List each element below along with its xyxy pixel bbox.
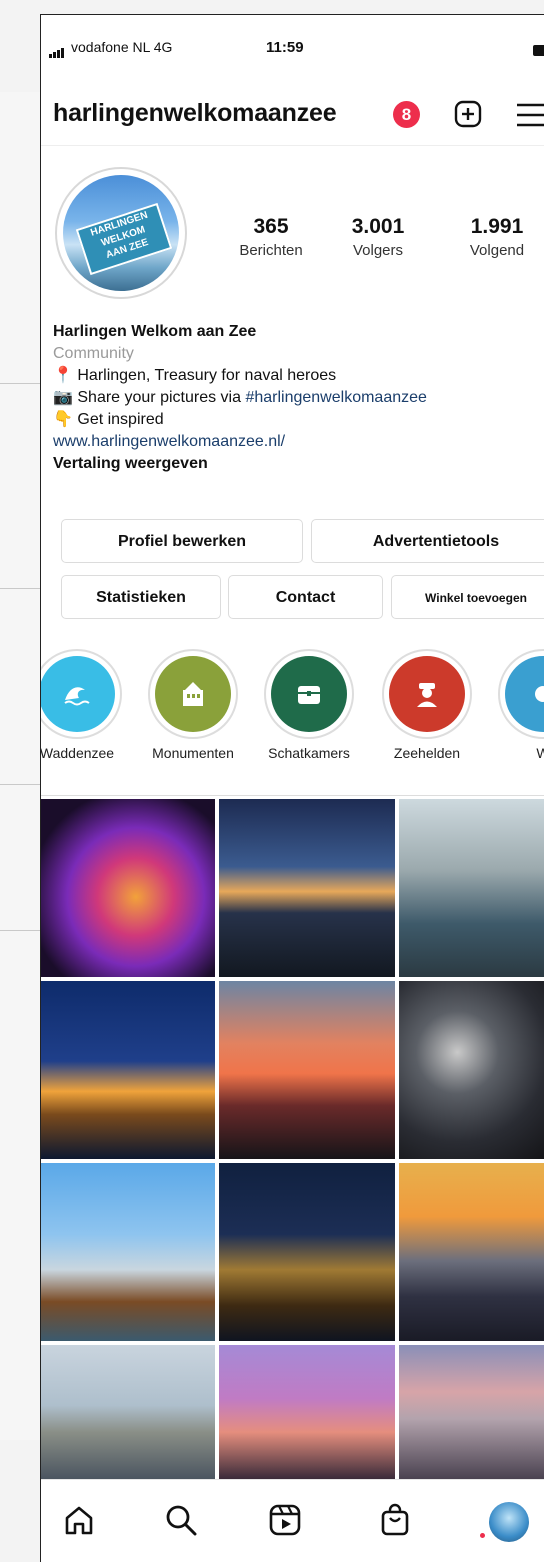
- post-thumbnail[interactable]: [399, 981, 544, 1159]
- contact-button[interactable]: Contact: [228, 575, 383, 619]
- highlight-waddenzee[interactable]: Waddenzee: [40, 649, 127, 761]
- highlight-icon: [535, 686, 544, 702]
- page-background: [0, 92, 40, 1440]
- signal-icon: [49, 48, 67, 58]
- highlight-label: Waddenzee: [40, 745, 115, 761]
- stat-label: Volgend: [469, 242, 525, 259]
- search-icon[interactable]: [163, 1502, 199, 1538]
- hashtag-link[interactable]: #harlingenwelkomaanzee: [245, 389, 426, 406]
- divider: [0, 930, 40, 931]
- header-divider: [41, 145, 544, 146]
- divider: [0, 588, 40, 589]
- phone-screen: vodafone NL 4G 11:59 harlingenwelkomaanz…: [40, 14, 544, 1562]
- avatar-image: HARLINGEN WELKOM AAN ZEE: [63, 175, 179, 291]
- highlight-zeehelden[interactable]: Zeehelden: [377, 649, 477, 761]
- profile-category: Community: [53, 345, 134, 362]
- highlight-label: W: [493, 745, 544, 761]
- profile-header: harlingenwelkomaanzee 8: [41, 77, 544, 147]
- stat-posts[interactable]: 365 Berichten: [226, 215, 316, 259]
- avatar-sign: HARLINGEN WELKOM AAN ZEE: [75, 202, 173, 276]
- wave-icon: [64, 687, 90, 706]
- add-shop-button[interactable]: Winkel toevoegen: [391, 575, 544, 619]
- clock: 11:59: [266, 39, 304, 56]
- profile-name: Harlingen Welkom aan Zee: [53, 323, 257, 340]
- post-thumbnail[interactable]: [399, 1163, 544, 1341]
- translate-link[interactable]: Vertaling weergeven: [53, 453, 544, 475]
- stat-value: 3.001: [351, 215, 405, 238]
- highlight-schatkamers[interactable]: Schatkamers: [259, 649, 359, 761]
- treasure-chest-icon: [298, 686, 320, 704]
- divider: [0, 383, 40, 384]
- highlight-partial[interactable]: W: [493, 649, 544, 761]
- post-thumbnail[interactable]: [41, 799, 215, 977]
- highlight-label: Zeehelden: [393, 745, 461, 761]
- statistics-button[interactable]: Statistieken: [61, 575, 221, 619]
- stat-label: Berichten: [239, 242, 303, 259]
- post-thumbnail[interactable]: [219, 799, 395, 977]
- post-thumbnail[interactable]: [219, 1345, 395, 1479]
- website-link[interactable]: www.harlingenwelkomaanzee.nl/: [53, 431, 544, 453]
- profile-avatar[interactable]: HARLINGEN WELKOM AAN ZEE: [55, 167, 187, 299]
- bio-line: 👇 Get inspired: [53, 411, 164, 428]
- reels-icon[interactable]: [267, 1502, 303, 1538]
- status-bar: vodafone NL 4G 11:59: [41, 15, 544, 65]
- menu-icon[interactable]: [515, 101, 544, 129]
- shop-icon[interactable]: [377, 1502, 413, 1538]
- post-thumbnail[interactable]: [41, 1345, 215, 1479]
- profile-avatar-tab[interactable]: [489, 1502, 529, 1542]
- carrier-label: vodafone NL 4G: [71, 39, 173, 55]
- highlight-label: Monumenten: [152, 745, 234, 761]
- home-icon[interactable]: [61, 1502, 97, 1538]
- username-switcher[interactable]: harlingenwelkomaanzee: [53, 99, 337, 128]
- grid-divider: [41, 795, 544, 796]
- stat-value: 1.991: [470, 215, 524, 238]
- new-post-icon[interactable]: [453, 99, 483, 129]
- post-thumbnail[interactable]: [399, 799, 544, 977]
- ad-tools-button[interactable]: Advertentietools: [311, 519, 544, 563]
- stat-following[interactable]: 1.991 Volgend: [451, 215, 543, 259]
- post-thumbnail[interactable]: [219, 981, 395, 1159]
- bio-line: 📷 Share your pictures via #harlingenwelk…: [53, 389, 427, 406]
- active-tab-indicator: [480, 1533, 485, 1538]
- highlight-monumenten[interactable]: Monumenten: [143, 649, 243, 761]
- stat-followers[interactable]: 3.001 Volgers: [338, 215, 418, 259]
- post-thumbnail[interactable]: [41, 981, 215, 1159]
- battery-icon: [533, 45, 544, 56]
- highlight-label: Schatkamers: [268, 745, 350, 761]
- bio-line: 📍 Harlingen, Treasury for naval heroes: [53, 367, 337, 384]
- bottom-tab-bar: [41, 1479, 544, 1562]
- stat-label: Volgers: [352, 242, 404, 259]
- edit-profile-button[interactable]: Profiel bewerken: [61, 519, 303, 563]
- building-icon: [183, 682, 203, 706]
- divider: [0, 784, 40, 785]
- post-thumbnail[interactable]: [399, 1345, 544, 1479]
- notification-badge[interactable]: 8: [393, 101, 420, 128]
- post-thumbnail[interactable]: [41, 1163, 215, 1341]
- stat-value: 365: [253, 215, 289, 238]
- captain-icon: [417, 683, 437, 707]
- profile-bio: Harlingen Welkom aan Zee Community 📍 Har…: [53, 321, 544, 475]
- post-thumbnail[interactable]: [219, 1163, 395, 1341]
